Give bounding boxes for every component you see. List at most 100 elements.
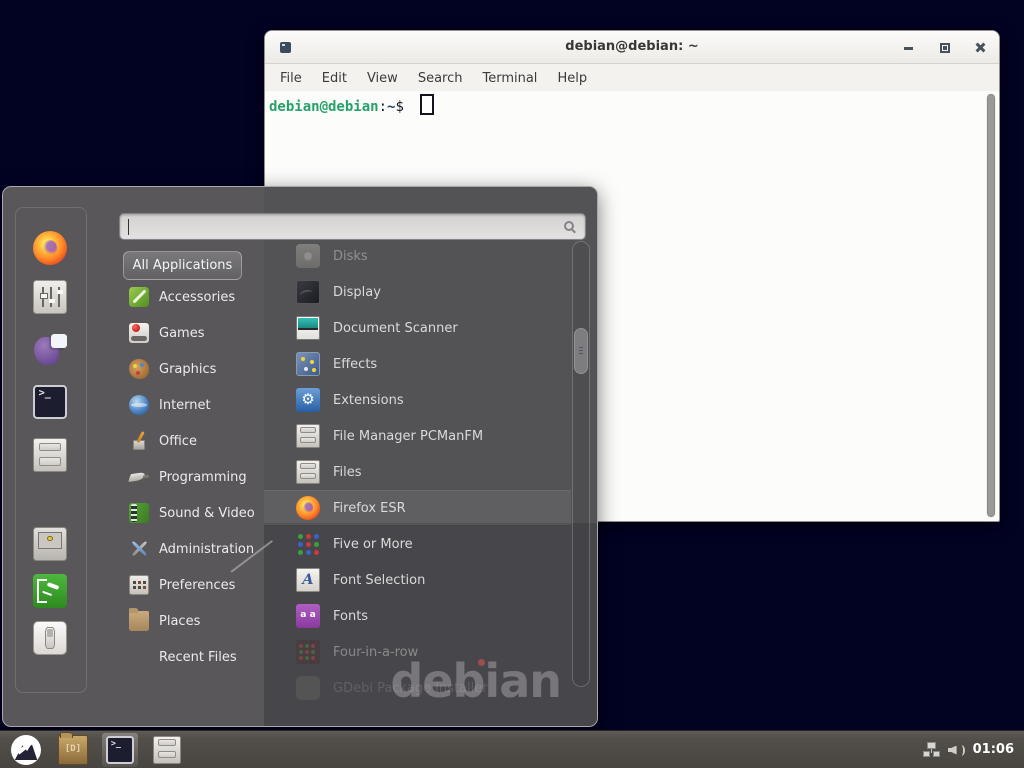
category-item-internet[interactable]: Internet <box>123 387 264 423</box>
taskbar-launchers <box>8 733 185 767</box>
category-item-accessories[interactable]: Accessories <box>123 279 264 315</box>
terminal-scrollbar[interactable] <box>986 93 996 518</box>
games-icon <box>129 323 149 343</box>
preferences-icon <box>129 575 149 595</box>
programming-icon <box>129 467 149 487</box>
four-in-a-row-icon <box>296 640 320 664</box>
app-item-file-manager-pcmanfm[interactable]: File Manager PCManFM <box>264 418 571 454</box>
app-label: Firefox ESR <box>333 501 406 516</box>
taskbar: 01:06 <box>0 730 1024 768</box>
volume-tray-icon[interactable] <box>948 743 965 757</box>
category-item-graphics[interactable]: Graphics <box>123 351 264 387</box>
category-item-office[interactable]: Office <box>123 423 264 459</box>
prompt-user-host: debian@debian <box>269 99 379 115</box>
favorite-pidgin[interactable] <box>33 332 67 366</box>
taskbar-clock: 01:06 <box>973 742 1014 757</box>
document-scanner-icon <box>296 316 320 340</box>
mixer-icon <box>33 280 67 314</box>
app-item-five-or-more[interactable]: Five or More <box>264 526 571 562</box>
app-label: Five or More <box>333 537 413 552</box>
search-box[interactable] <box>119 213 586 240</box>
category-label: Games <box>159 326 204 341</box>
app-list-scrollbar-thumb[interactable] <box>574 328 588 374</box>
network-tray-icon[interactable] <box>923 743 940 757</box>
terminal-window-icon <box>280 42 291 53</box>
app-item-gdebi-package-installer[interactable]: GDebi Package Installer <box>264 670 571 706</box>
desktop: debian@debian: ~ FileEditViewSearchTermi… <box>0 0 1024 768</box>
file-cabinet-icon <box>296 460 320 484</box>
shutdown-icon <box>33 621 67 655</box>
category-label: Graphics <box>159 362 216 377</box>
terminal-cursor <box>420 94 434 115</box>
file-cabinet-icon <box>296 424 320 448</box>
prompt-colon: : <box>379 99 387 115</box>
app-list-scrollbar[interactable] <box>572 241 590 687</box>
category-item-programming[interactable]: Programming <box>123 459 264 495</box>
app-item-extensions[interactable]: Extensions <box>264 382 571 418</box>
menubar-item-help[interactable]: Help <box>547 68 597 89</box>
app-list: DisksDisplayDocument Scanner Effects Exten… <box>264 238 571 726</box>
app-item-document-scanner[interactable]: Document Scanner <box>264 310 571 346</box>
terminal-scrollbar-thumb[interactable] <box>987 94 995 517</box>
search-input[interactable] <box>120 214 585 239</box>
firefox-icon <box>296 496 320 520</box>
app-label: Font Selection <box>333 573 425 588</box>
favorite-file-manager[interactable] <box>33 438 67 472</box>
favorite-lock-screen[interactable] <box>33 527 67 561</box>
minimize-button[interactable] <box>904 47 913 50</box>
category-item-preferences[interactable]: Preferences <box>123 567 264 603</box>
menubar-item-terminal[interactable]: Terminal <box>472 68 547 89</box>
gdebi-icon <box>296 676 320 700</box>
sound-video-icon <box>129 503 149 523</box>
app-item-fonts[interactable]: Fonts <box>264 598 571 634</box>
app-item-disks[interactable]: Disks <box>264 238 571 274</box>
category-item-recent-files[interactable]: Recent Files <box>123 639 264 675</box>
terminal-dark-icon <box>106 736 134 764</box>
menubar-item-search[interactable]: Search <box>408 68 473 89</box>
favorite-terminal[interactable] <box>33 385 67 419</box>
menubar-item-edit[interactable]: Edit <box>312 68 357 89</box>
category-label: Programming <box>159 470 247 485</box>
app-item-firefox-esr[interactable]: Firefox ESR <box>264 490 571 526</box>
favorite-settings-mixer[interactable] <box>33 280 67 314</box>
app-item-files[interactable]: Files <box>264 454 571 490</box>
menubar-item-view[interactable]: View <box>357 68 408 89</box>
taskbar-start-menu-button[interactable] <box>8 733 44 767</box>
category-item-sound-video[interactable]: Sound & Video <box>123 495 264 531</box>
category-label: Accessories <box>159 290 235 305</box>
close-button[interactable] <box>975 42 986 53</box>
favorite-firefox[interactable] <box>33 231 67 265</box>
app-item-four-in-a-row[interactable]: Four-in-a-row <box>264 634 571 670</box>
logout-icon <box>33 574 67 608</box>
favorite-log-out[interactable] <box>33 574 67 608</box>
extensions-icon <box>296 388 320 412</box>
app-item-display[interactable]: Display <box>264 274 571 310</box>
app-item-font-selection[interactable]: Font Selection <box>264 562 571 598</box>
lock-screen-icon <box>33 527 67 561</box>
start-icon <box>11 735 41 765</box>
taskbar-window-button-terminal[interactable] <box>102 733 138 767</box>
category-label: Recent Files <box>159 650 237 665</box>
effects-icon <box>296 352 320 376</box>
firefox-icon <box>33 231 67 265</box>
all-applications-button[interactable]: All Applications <box>123 251 242 280</box>
app-label: Effects <box>333 357 377 372</box>
taskbar-launcher-files[interactable] <box>149 733 185 767</box>
taskbar-launcher-file-manager[interactable] <box>55 733 91 767</box>
favorite-shut-down[interactable] <box>33 621 67 655</box>
maximize-button[interactable] <box>940 43 950 53</box>
menubar-item-file[interactable]: File <box>270 68 312 89</box>
font-selection-icon <box>296 568 320 592</box>
pidgin-icon <box>33 332 67 366</box>
window-title: debian@debian: ~ <box>265 31 999 63</box>
display-icon <box>296 280 320 304</box>
category-item-games[interactable]: Games <box>123 315 264 351</box>
administration-icon <box>129 539 149 559</box>
file-cabinet-icon <box>153 736 181 764</box>
titlebar[interactable]: debian@debian: ~ <box>265 31 999 64</box>
app-item-effects[interactable]: Effects <box>264 346 571 382</box>
places-icon <box>129 611 149 631</box>
category-item-places[interactable]: Places <box>123 603 264 639</box>
search-icon <box>564 221 574 231</box>
category-label: Places <box>159 614 200 629</box>
